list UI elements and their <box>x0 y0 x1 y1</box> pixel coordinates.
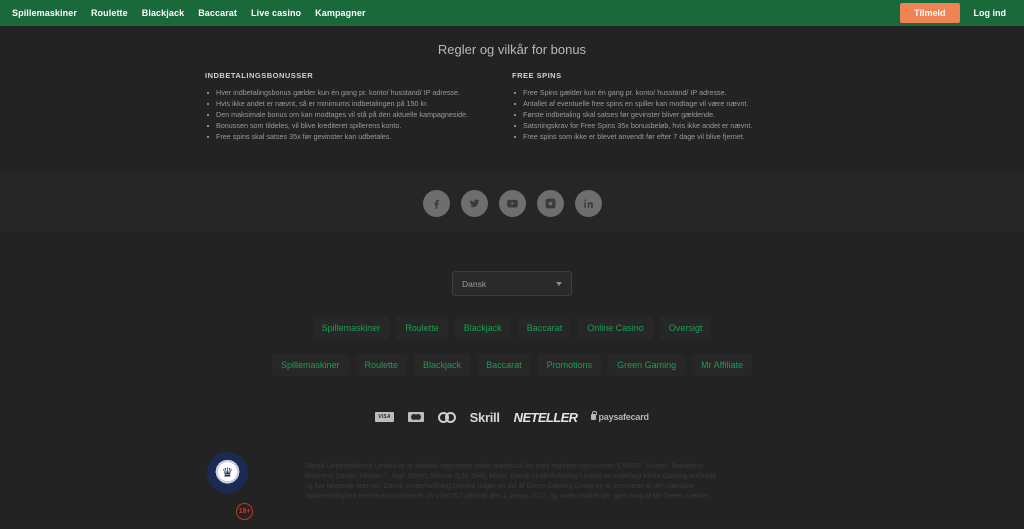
nav-item-baccarat[interactable]: Baccarat <box>198 8 237 18</box>
footer: Dansk Spillemaskiner Roulette Blackjack … <box>0 232 1024 529</box>
visa-logo: VISA <box>375 412 394 422</box>
nav-item-spillemaskiner[interactable]: Spillemaskiner <box>12 8 77 18</box>
language-selector-wrap: Dansk <box>0 232 1024 296</box>
footer-link-blackjack[interactable]: Blackjack <box>454 317 511 339</box>
lock-icon <box>591 411 598 420</box>
social-links-band <box>0 174 1024 232</box>
age-restriction-badge: 18+ <box>236 503 253 520</box>
footer-link-baccarat[interactable]: Baccarat <box>517 317 572 339</box>
mastercard-logo <box>407 412 424 422</box>
signup-button[interactable]: Tilmeld <box>900 3 960 23</box>
instagram-icon[interactable] <box>536 189 564 217</box>
terms-columns: INDBETALINGSBONUSSER Hver indbetalingsbo… <box>0 71 1024 142</box>
free-spins-list: Free Spins gælder kun én gang pr. konto/… <box>512 87 805 142</box>
list-item: Hvis ikke andet er nævnt, så er minimums… <box>205 98 498 109</box>
maestro-logo <box>437 411 456 423</box>
paysafecard-logo: paysafecard <box>591 411 649 422</box>
list-item: Bonussen som tildeles, vil blive kredite… <box>205 120 498 131</box>
footer-link-roulette[interactable]: Roulette <box>396 317 448 339</box>
linkedin-icon[interactable] <box>574 189 602 217</box>
free-spins-heading: FREE SPINS <box>512 71 562 80</box>
footer-link-blackjack-2[interactable]: Blackjack <box>414 354 471 376</box>
list-item: Free spins skal satses 35x før gevinster… <box>205 131 498 142</box>
footer-link-roulette-2[interactable]: Roulette <box>355 354 408 376</box>
page-title: Regler og vilkår for bonus <box>437 42 587 57</box>
youtube-icon[interactable] <box>498 189 526 217</box>
list-item: Free spins som ikke er blevet anvendt fø… <box>512 131 805 142</box>
list-item: Første indbetaling skal satses før gevin… <box>512 109 805 120</box>
crown-icon: ♛ <box>221 464 234 480</box>
nav-item-blackjack[interactable]: Blackjack <box>142 8 184 18</box>
footer-links-row-secondary: Spillemaskiner Roulette Blackjack Baccar… <box>0 354 1024 376</box>
terms-column-deposit-bonuses: INDBETALINGSBONUSSER Hver indbetalingsbo… <box>205 71 512 142</box>
payment-methods-row: VISA Skrill NETELLER paysafecard <box>0 407 1024 427</box>
language-select[interactable]: Dansk <box>452 271 572 296</box>
top-navigation-bar: Spillemaskiner Roulette Blackjack Baccar… <box>0 0 1024 26</box>
twitter-icon[interactable] <box>460 189 488 217</box>
footer-link-spillemaskiner[interactable]: Spillemaskiner <box>312 317 390 339</box>
spillemyndigheden-seal: ♛ <box>207 452 248 493</box>
language-select-value: Dansk <box>462 278 487 289</box>
footer-link-promotions[interactable]: Promotions <box>537 354 602 376</box>
list-item: Antallet af eventuelle free spins en spi… <box>512 98 805 109</box>
footer-link-oversigt[interactable]: Oversigt <box>659 317 712 339</box>
footer-link-green-gaming[interactable]: Green Gaming <box>608 354 686 376</box>
primary-nav-links: Spillemaskiner Roulette Blackjack Baccar… <box>12 8 366 18</box>
list-item: Den maksimale bonus om kan modtages vil … <box>205 109 498 120</box>
list-item: Free Spins gælder kun én gang pr. konto/… <box>512 87 805 98</box>
chevron-down-icon <box>556 281 562 286</box>
footer-link-mr-affiliate[interactable]: Mr Affiliate <box>692 354 753 376</box>
deposit-bonuses-list: Hver indbetalingsbonus gælder kun én gan… <box>205 87 498 142</box>
login-button[interactable]: Log ind <box>974 8 1007 18</box>
footer-link-spillemaskiner-2[interactable]: Spillemaskiner <box>271 354 349 376</box>
bonus-terms-section: Regler og vilkår for bonus INDBETALINGSB… <box>0 26 1024 142</box>
nav-item-live-casino[interactable]: Live casino <box>251 8 301 18</box>
legal-section: Dansk Underholdning Limited er et selska… <box>0 455 1024 529</box>
nav-account-actions: Tilmeld Log ind <box>900 3 1012 23</box>
list-item: Hver indbetalingsbonus gælder kun én gan… <box>205 87 498 98</box>
nav-item-roulette[interactable]: Roulette <box>91 8 128 18</box>
terms-column-free-spins: FREE SPINS Free Spins gælder kun én gang… <box>512 71 819 142</box>
legal-text: Dansk Underholdning Limited er et selska… <box>305 463 717 500</box>
facebook-icon[interactable] <box>422 189 450 217</box>
list-item: Satsningskrav for Free Spins 35x bonusbe… <box>512 120 805 131</box>
deposit-bonuses-heading: INDBETALINGSBONUSSER <box>205 71 314 80</box>
neteller-logo: NETELLER <box>513 409 578 425</box>
footer-link-baccarat-2[interactable]: Baccarat <box>477 354 531 376</box>
skrill-logo: Skrill <box>469 409 500 425</box>
nav-item-kampagner[interactable]: Kampagner <box>315 8 365 18</box>
paysafecard-label: paysafecard <box>598 412 649 422</box>
footer-links-row-games: Spillemaskiner Roulette Blackjack Baccar… <box>0 317 1024 339</box>
footer-link-online-casino[interactable]: Online Casino <box>578 317 653 339</box>
